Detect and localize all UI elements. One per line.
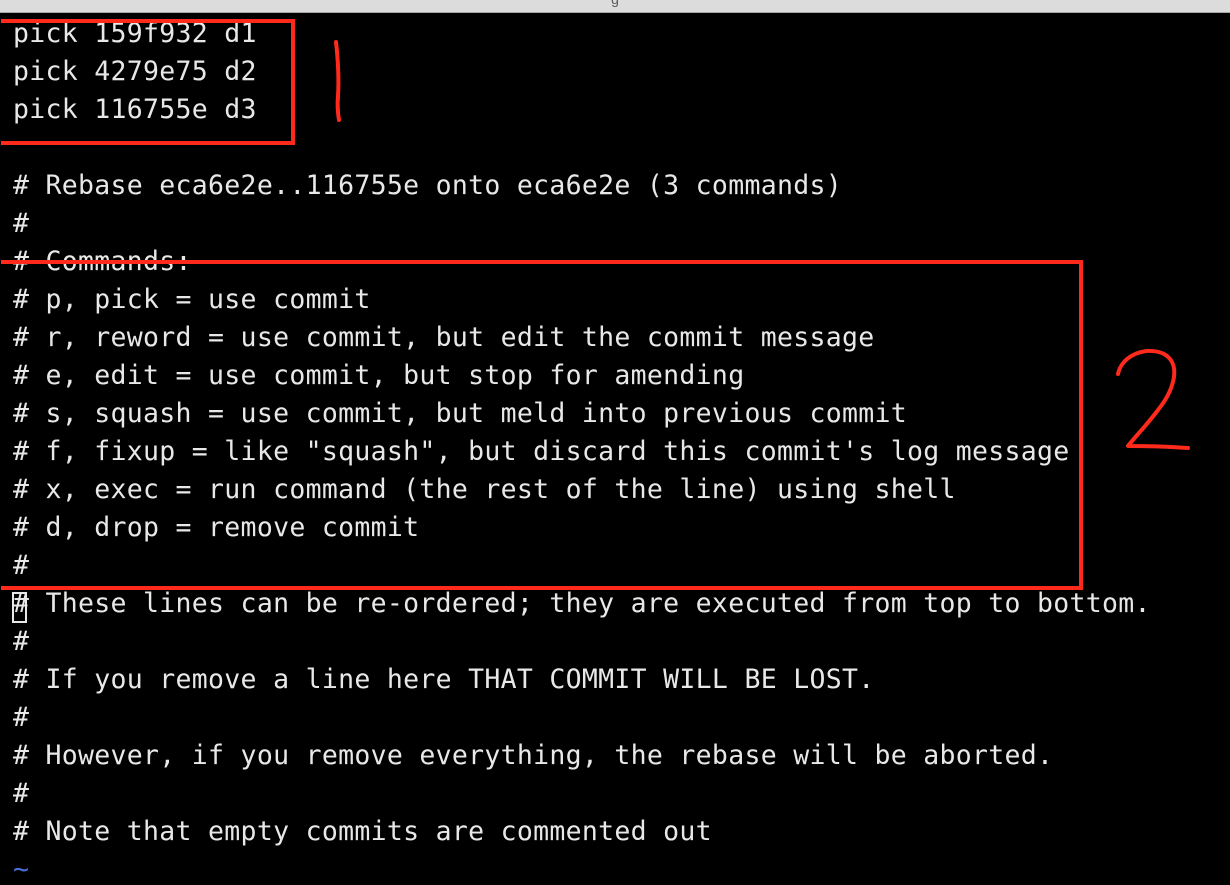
annotation-box-2 [1,260,1083,590]
annotation-label-2: 2 [1116,348,1190,450]
comment-line[interactable]: # [13,209,29,239]
annotation-box-1 [1,19,295,145]
comment-line[interactable]: # [13,703,29,733]
comment-line[interactable]: # Rebase eca6e2e..116755e onto eca6e2e (… [13,171,842,201]
comment-line[interactable]: # However, if you remove everything, the… [13,741,1053,771]
comment-line[interactable]: # [13,627,29,657]
text-cursor [12,592,27,623]
comment-line[interactable]: # If you remove a line here THAT COMMIT … [13,665,874,695]
comment-line[interactable]: # [13,779,29,809]
comment-line[interactable]: # Note that empty commits are commented … [13,817,712,847]
annotation-label-1: 1 [334,40,341,122]
comment-line[interactable]: # These lines can be re-ordered; they ar… [13,589,1151,619]
